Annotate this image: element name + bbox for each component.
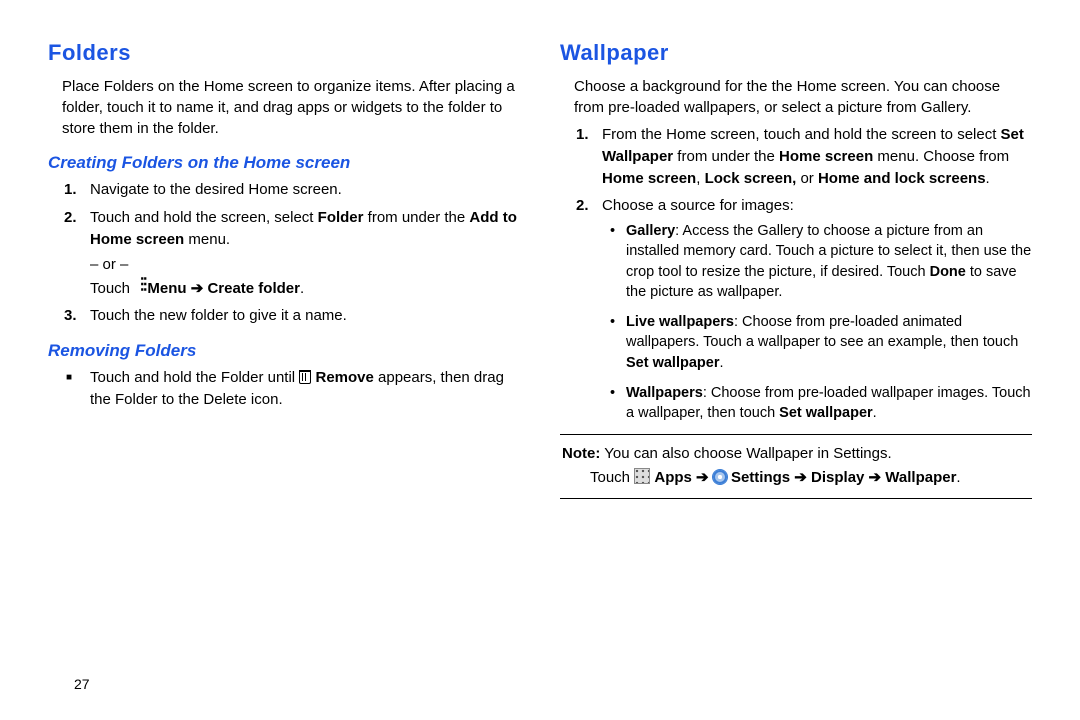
w1f: Home screen bbox=[602, 170, 696, 187]
touch-bold: Menu ➔ Create folder bbox=[147, 280, 300, 297]
step-2-folder-bold: Folder bbox=[318, 209, 364, 226]
w2-intro: Choose a source for images: bbox=[602, 197, 794, 214]
w1h: Lock screen, bbox=[705, 170, 797, 187]
note-text: You can also choose Wallpaper in Setting… bbox=[600, 445, 891, 462]
wp-bold: Wallpapers bbox=[626, 385, 703, 401]
wstep-2: 2. Choose a source for images: Gallery: … bbox=[598, 195, 1032, 423]
page-number: 27 bbox=[74, 676, 90, 692]
subheading-creating: Creating Folders on the Home screen bbox=[48, 153, 520, 173]
step-1: 1.Navigate to the desired Home screen. bbox=[86, 179, 520, 201]
source-wallpapers: Wallpapers: Choose from pre-loaded wallp… bbox=[624, 383, 1032, 424]
wp-end: . bbox=[873, 405, 877, 421]
path-post: . bbox=[956, 469, 960, 486]
wallpaper-intro: Choose a background for the the Home scr… bbox=[574, 76, 1032, 118]
creating-steps: 1.Navigate to the desired Home screen. 2… bbox=[86, 179, 520, 250]
w1e: menu. Choose from bbox=[873, 148, 1009, 165]
gal-bold: Gallery bbox=[626, 223, 675, 239]
step-3-text: Touch the new folder to give it a name. bbox=[90, 307, 347, 324]
heading-wallpaper: Wallpaper bbox=[560, 40, 1032, 66]
live-set: Set wallpaper bbox=[626, 355, 719, 371]
source-gallery: Gallery: Access the Gallery to choose a … bbox=[624, 221, 1032, 302]
heading-folders: Folders bbox=[48, 40, 520, 66]
source-list: Gallery: Access the Gallery to choose a … bbox=[624, 221, 1032, 424]
wstep-1: 1. From the Home screen, touch and hold … bbox=[598, 124, 1032, 189]
removing-item: Touch and hold the Folder until Remove a… bbox=[86, 367, 520, 411]
step-1-text: Navigate to the desired Home screen. bbox=[90, 181, 342, 198]
settings-icon bbox=[713, 470, 727, 484]
w1i: or bbox=[796, 170, 818, 187]
manual-page: Folders Place Folders on the Home screen… bbox=[0, 0, 1080, 720]
step-2-e: menu. bbox=[184, 231, 230, 248]
path-pre: Touch bbox=[590, 469, 634, 486]
w1a: From the Home screen, touch and hold the… bbox=[602, 126, 1001, 143]
apps-bold: Apps ➔ bbox=[654, 469, 712, 486]
rem-a: Touch and hold the Folder until bbox=[90, 369, 299, 386]
folders-intro: Place Folders on the Home screen to orga… bbox=[62, 76, 520, 139]
live-bold: Live wallpapers bbox=[626, 314, 734, 330]
step-2-c: from under the bbox=[364, 209, 470, 226]
gal-done: Done bbox=[930, 264, 966, 280]
menu-icon bbox=[134, 281, 143, 295]
note-label: Note: bbox=[562, 445, 600, 462]
step-2: 2. Touch and hold the screen, select Fol… bbox=[86, 207, 520, 251]
rem-bold: Remove bbox=[315, 369, 373, 386]
w1d: Home screen bbox=[779, 148, 873, 165]
w1j: Home and lock screens bbox=[818, 170, 986, 187]
removing-list: Touch and hold the Folder until Remove a… bbox=[86, 367, 520, 411]
note-path: Touch Apps ➔ Settings ➔ Display ➔ Wallpa… bbox=[590, 467, 1030, 490]
trash-icon bbox=[299, 370, 311, 384]
apps-icon bbox=[634, 468, 650, 484]
note-line1: Note: You can also choose Wallpaper in S… bbox=[562, 443, 1030, 466]
step-3: 3.Touch the new folder to give it a name… bbox=[86, 305, 520, 327]
creating-steps-cont: 3.Touch the new folder to give it a name… bbox=[86, 305, 520, 327]
subheading-removing: Removing Folders bbox=[48, 341, 520, 361]
w1g: , bbox=[696, 170, 704, 187]
settings-bold: Settings ➔ Display ➔ Wallpaper bbox=[731, 469, 956, 486]
w1k: . bbox=[986, 170, 990, 187]
right-column: Wallpaper Choose a background for the th… bbox=[560, 40, 1032, 700]
step-2-a: Touch and hold the screen, select bbox=[90, 209, 318, 226]
touch-post: . bbox=[300, 280, 304, 297]
touch-pre: Touch bbox=[90, 280, 134, 297]
live-end: . bbox=[719, 355, 723, 371]
wp-set: Set wallpaper bbox=[779, 405, 872, 421]
or-separator: – or – bbox=[90, 256, 520, 273]
touch-menu-line: Touch Menu ➔ Create folder. bbox=[90, 279, 520, 297]
w1c: from under the bbox=[673, 148, 779, 165]
note-box: Note: You can also choose Wallpaper in S… bbox=[560, 434, 1032, 499]
wallpaper-steps: 1. From the Home screen, touch and hold … bbox=[598, 124, 1032, 424]
source-live: Live wallpapers: Choose from pre-loaded … bbox=[624, 312, 1032, 373]
left-column: Folders Place Folders on the Home screen… bbox=[48, 40, 520, 700]
